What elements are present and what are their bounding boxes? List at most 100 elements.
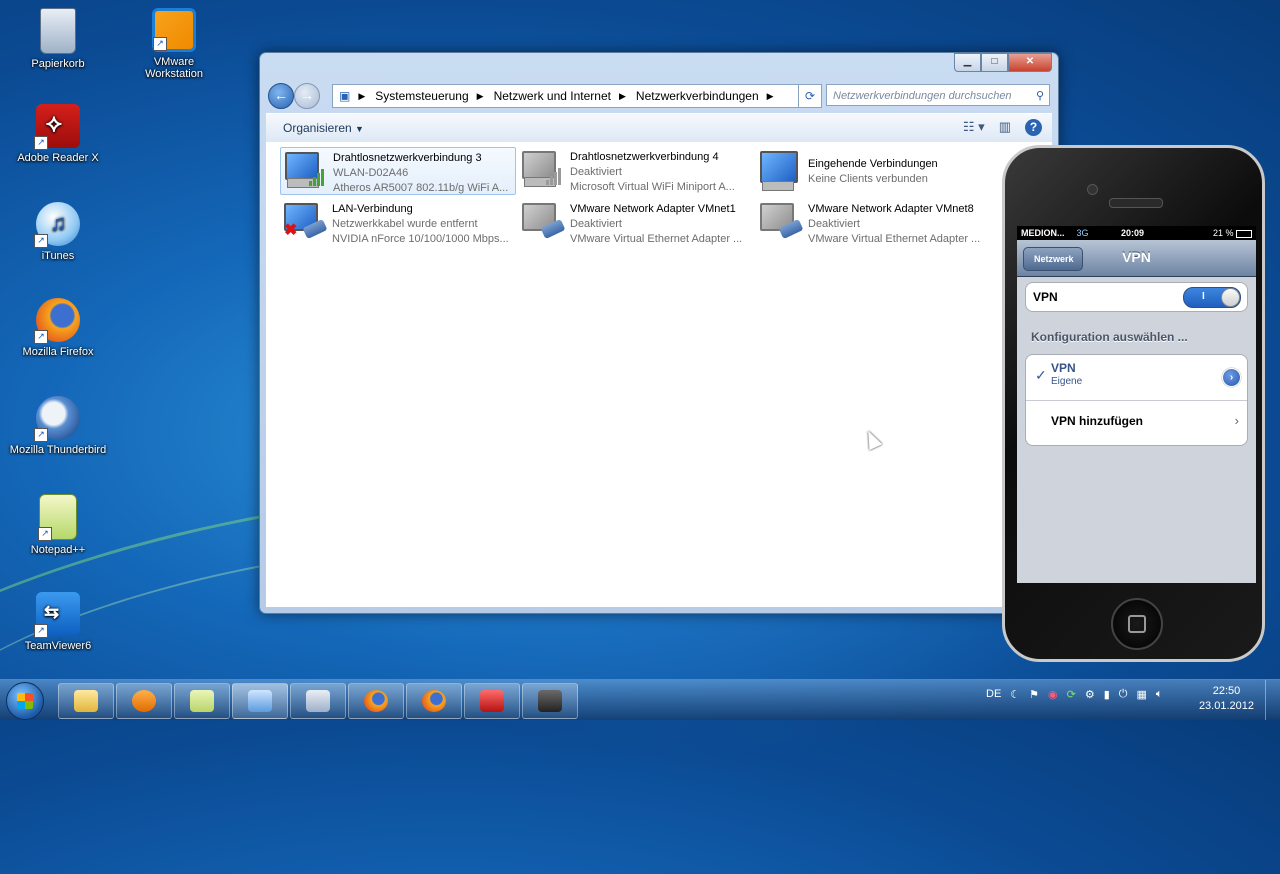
close-button[interactable]: ✕: [1008, 53, 1052, 72]
start-button[interactable]: [6, 682, 44, 720]
organize-label: Organisieren: [283, 121, 352, 135]
chevron-right-icon: ›: [1234, 413, 1239, 428]
connection-name: VMware Network Adapter VMnet8: [808, 203, 974, 215]
moon-icon[interactable]: ☾: [1010, 688, 1020, 701]
breadcrumb-item[interactable]: Systemsteuerung: [375, 89, 468, 103]
antivirus-icon[interactable]: ◉: [1048, 688, 1058, 701]
taskbar-firefox-button[interactable]: [348, 683, 404, 719]
refresh-button[interactable]: ⟳: [798, 84, 822, 108]
taskbar-control-panel-button[interactable]: [232, 683, 288, 719]
vpn-toggle-switch[interactable]: I: [1183, 287, 1241, 308]
shortcut-arrow-icon: ↗: [153, 37, 167, 51]
taskbar-window-button[interactable]: [290, 683, 346, 719]
desktop-icon-adobe-reader[interactable]: ⟡ ↗ Adobe Reader X: [8, 104, 108, 164]
shortcut-arrow-icon: ↗: [38, 527, 52, 541]
adobe-glyph: ⟡: [46, 110, 62, 137]
update-icon[interactable]: ⟳: [1067, 688, 1076, 701]
flag-icon[interactable]: ⚑: [1029, 688, 1039, 701]
home-button[interactable]: [1111, 598, 1163, 650]
config-name: VPN: [1051, 361, 1076, 375]
connection-item[interactable]: Drahtlosnetzwerkverbindung 4 Deaktiviert…: [518, 147, 752, 193]
vpn-config-group: ✓ VPN Eigene › VPN hinzufügen ›: [1025, 354, 1248, 446]
home-square-icon: [1128, 615, 1146, 633]
usb-icon[interactable]: ⚙: [1085, 688, 1095, 701]
connection-item[interactable]: Eingehende Verbindungen Keine Clients ve…: [756, 147, 990, 193]
control-panel-icon: ▣: [339, 89, 351, 103]
maximize-button[interactable]: □: [981, 53, 1008, 72]
taskbar-media-player-button[interactable]: [116, 683, 172, 719]
desktop-icon-vmware[interactable]: ↗ VMware Workstation: [124, 8, 224, 80]
search-icon[interactable]: ⚲: [1036, 85, 1044, 107]
detail-disclosure-icon[interactable]: ›: [1222, 368, 1241, 387]
front-camera: [1087, 184, 1098, 195]
desktop-icon-itunes[interactable]: ♫ ↗ iTunes: [8, 202, 108, 262]
chevron-down-icon: ▼: [355, 124, 364, 134]
add-vpn-label: VPN hinzufügen: [1051, 414, 1143, 428]
lan-disabled-icon: [520, 203, 566, 243]
signal-bars-icon: [309, 166, 329, 186]
connection-status: WLAN-D02A46: [333, 167, 409, 179]
taskbar-firefox-button[interactable]: [406, 683, 462, 719]
vpn-toggle-row: VPN I: [1025, 282, 1248, 312]
connection-name: LAN-Verbindung: [332, 203, 413, 215]
toggle-on-label: I: [1202, 291, 1205, 302]
view-options-icon[interactable]: ☷ ▾: [963, 119, 985, 136]
network-tray-icon[interactable]: ▦: [1137, 688, 1147, 701]
connection-status: Deaktiviert: [808, 218, 860, 230]
power-icon[interactable]: ⏻: [1119, 688, 1128, 701]
search-input[interactable]: Netzwerkverbindungen durchsuchen ⚲: [826, 84, 1050, 106]
minimize-button[interactable]: ▁: [954, 53, 981, 72]
connection-device: Atheros AR5007 802.11b/g WiFi A...: [333, 182, 509, 194]
connection-item[interactable]: VMware Network Adapter VMnet8 Deaktivier…: [756, 199, 990, 245]
connection-status: Keine Clients verbunden: [808, 173, 928, 185]
window-icon: [306, 690, 330, 712]
phone-nav-header: Netzwerk VPN: [1017, 240, 1256, 277]
connection-item[interactable]: VMware Network Adapter VMnet1 Deaktivier…: [518, 199, 752, 245]
phone-screen: MEDION... 3G 20:09 21 % Netzwerk VPN VPN…: [1017, 226, 1256, 583]
back-button[interactable]: ←: [268, 83, 294, 109]
teamviewer-icon: ⇆ ↗: [34, 592, 80, 638]
organize-button[interactable]: Organisieren ▼: [283, 121, 364, 135]
desktop-icon-label: Mozilla Firefox: [22, 346, 94, 358]
language-indicator[interactable]: DE: [986, 688, 1001, 701]
vpn-config-row[interactable]: ✓ VPN Eigene ›: [1026, 355, 1247, 401]
error-x-icon: ✖: [284, 222, 298, 239]
battery-icon[interactable]: ▮: [1104, 688, 1110, 701]
connection-status: Deaktiviert: [570, 218, 622, 230]
media-player-icon: [132, 690, 156, 712]
window-controls: ▁ □ ✕: [954, 53, 1052, 72]
volume-icon[interactable]: 🔈︎: [1156, 688, 1163, 701]
shortcut-arrow-icon: ↗: [34, 330, 48, 344]
shortcut-arrow-icon: ↗: [34, 428, 48, 442]
taskbar: DE ☾ ⚑ ◉ ⟳ ⚙ ▮ ⏻ ▦ 🔈︎ 22:50 23.01.2012: [0, 679, 1280, 720]
help-icon[interactable]: ?: [1025, 119, 1042, 136]
show-desktop-button[interactable]: [1265, 680, 1280, 720]
desktop-icon-thunderbird[interactable]: ↗ Mozilla Thunderbird: [8, 396, 108, 456]
connection-item[interactable]: Drahtlosnetzwerkverbindung 3 WLAN-D02A46…: [280, 147, 516, 195]
taskbar-camera-button[interactable]: [522, 683, 578, 719]
taskbar-explorer-button[interactable]: [58, 683, 114, 719]
connections-list: Drahtlosnetzwerkverbindung 3 WLAN-D02A46…: [266, 142, 1052, 607]
taskbar-notes-button[interactable]: [174, 683, 230, 719]
desktop-icon-label: Papierkorb: [31, 58, 85, 70]
desktop-icon-teamviewer[interactable]: ⇆ ↗ TeamViewer6: [8, 592, 108, 652]
address-bar[interactable]: ▣ ▶ Systemsteuerung ▶ Netzwerk und Inter…: [332, 84, 818, 108]
desktop-icon-recycle-bin[interactable]: Papierkorb: [8, 8, 108, 70]
breadcrumb-item[interactable]: Netzwerk und Internet: [494, 89, 611, 103]
add-vpn-row[interactable]: VPN hinzufügen ›: [1026, 401, 1247, 445]
keyboard-shape: [762, 181, 794, 191]
system-clock[interactable]: 22:50 23.01.2012: [1199, 684, 1254, 714]
sticky-notes-icon: [190, 690, 214, 712]
connection-item[interactable]: ✖ LAN-Verbindung Netzwerkkabel wurde ent…: [280, 199, 514, 245]
firefox-icon: [422, 690, 446, 712]
breadcrumb-item[interactable]: Netzwerkverbindungen: [636, 89, 759, 103]
music-note-glyph: ♫: [50, 210, 67, 235]
system-tray: DE ☾ ⚑ ◉ ⟳ ⚙ ▮ ⏻ ▦ 🔈︎: [986, 688, 1163, 701]
taskbar-toolbox-button[interactable]: [464, 683, 520, 719]
desktop-icon-notepadpp[interactable]: ↗ Notepad++: [8, 494, 108, 556]
desktop-icon-firefox[interactable]: ↗ Mozilla Firefox: [8, 298, 108, 358]
preview-pane-icon[interactable]: ▥: [999, 119, 1011, 136]
forward-button[interactable]: →: [294, 83, 320, 109]
vpn-label: VPN: [1033, 290, 1058, 304]
desktop-icon-label: Mozilla Thunderbird: [9, 444, 107, 456]
